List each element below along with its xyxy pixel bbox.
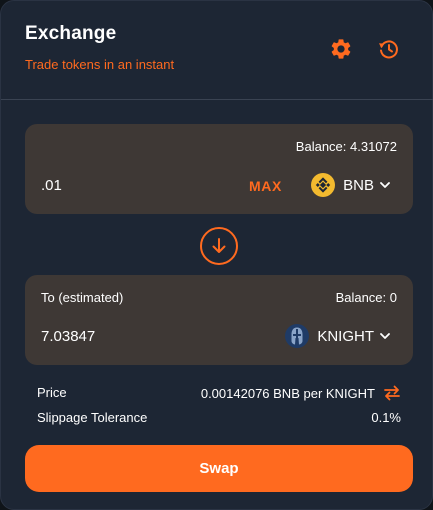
header-divider — [1, 99, 433, 100]
to-balance: Balance: 0 — [335, 290, 397, 305]
max-button[interactable]: MAX — [249, 178, 282, 194]
from-token-symbol: BNB — [343, 176, 374, 194]
to-panel: To (estimated) Balance: 0 7.03847 KNIGHT — [25, 275, 413, 365]
from-token-selector[interactable]: BNB — [311, 173, 391, 197]
page-subtitle: Trade tokens in an instant — [25, 57, 175, 72]
header: Exchange Trade tokens in an instant — [25, 23, 174, 72]
from-balance: Balance: 4.31072 — [295, 139, 397, 154]
slippage-row: Slippage Tolerance 0.1% — [37, 410, 401, 428]
to-amount-input[interactable]: 7.03847 — [41, 328, 95, 345]
swap-button[interactable]: Swap — [25, 445, 413, 492]
page-title: Exchange — [25, 23, 117, 44]
price-label: Price — [37, 385, 67, 400]
chevron-down-icon — [380, 333, 390, 339]
exchange-card: Exchange Trade tokens in an instant Bala… — [0, 0, 433, 510]
price-value: 0.00142076 BNB per KNIGHT — [200, 385, 375, 401]
bnb-icon — [311, 173, 336, 197]
switch-direction-button[interactable] — [200, 227, 238, 265]
price-row: Price 0.00142076 BNB per KNIGHT — [37, 385, 401, 403]
gear-icon[interactable] — [329, 37, 353, 61]
arrow-down-icon — [212, 238, 226, 253]
swap-arrows-icon[interactable] — [383, 385, 401, 401]
to-token-selector[interactable]: KNIGHT — [285, 324, 391, 348]
from-panel: Balance: 4.31072 .01 MAX BNB — [25, 124, 413, 214]
slippage-value: 0.1% — [371, 410, 401, 425]
to-token-symbol: KNIGHT — [317, 327, 374, 345]
knight-helmet-icon — [285, 324, 310, 348]
slippage-label: Slippage Tolerance — [37, 410, 148, 425]
chevron-down-icon — [380, 182, 390, 188]
from-amount-input[interactable]: .01 — [41, 177, 62, 194]
to-label: To (estimated) — [41, 290, 124, 305]
history-icon[interactable] — [377, 37, 401, 61]
